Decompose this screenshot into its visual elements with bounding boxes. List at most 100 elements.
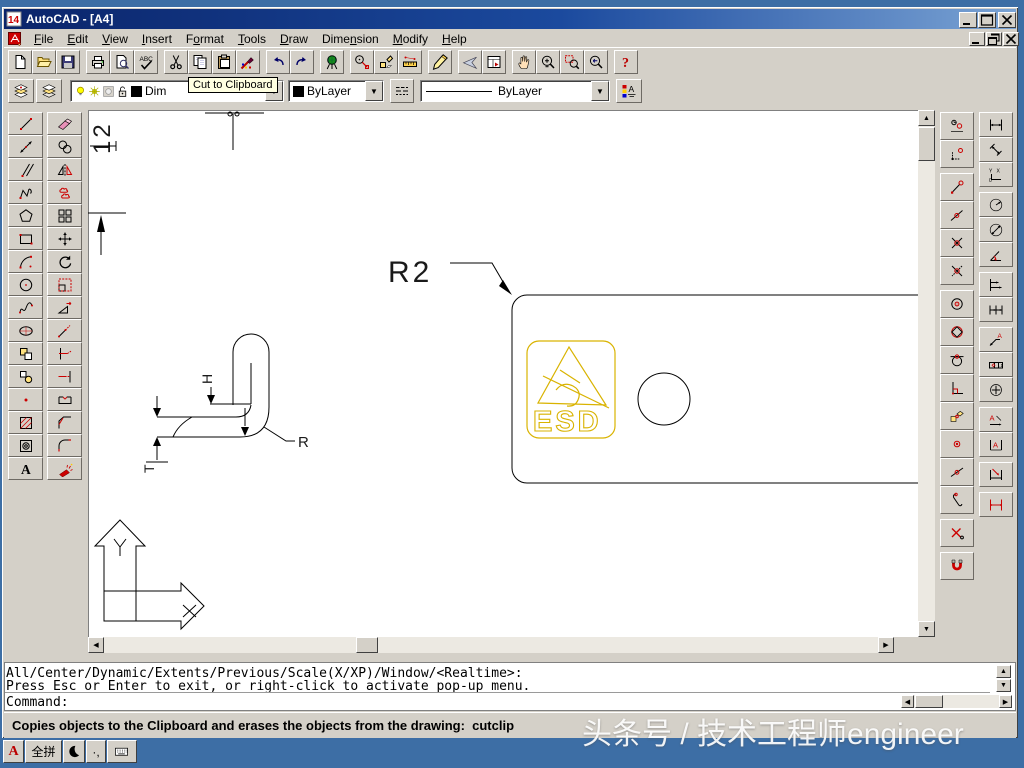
tolerance-button[interactable]: .1 — [979, 352, 1013, 377]
scroll-up-button[interactable]: ▲ — [918, 110, 935, 126]
command-splitter[interactable] — [5, 692, 990, 693]
command-scroll-thumb[interactable] — [915, 695, 943, 708]
command-horizontal-scrollbar[interactable]: ◀ ▶ — [901, 695, 1012, 708]
diameter-dimension-button[interactable] — [979, 217, 1013, 242]
command-prompt[interactable]: Command: — [6, 695, 69, 710]
explode-button[interactable] — [47, 457, 82, 480]
snap-to-insert-button[interactable] — [940, 402, 974, 430]
baseline-dimension-button[interactable] — [979, 272, 1013, 297]
child-close-button[interactable] — [1003, 32, 1019, 46]
snap-to-midpoint-button[interactable] — [940, 201, 974, 229]
construction-line-button[interactable] — [8, 135, 43, 158]
close-button[interactable] — [998, 12, 1016, 28]
spline-button[interactable] — [8, 296, 43, 319]
menu-dimension[interactable]: Dimension — [315, 31, 386, 47]
new-file-button[interactable] — [8, 50, 32, 74]
menu-edit[interactable]: Edit — [60, 31, 95, 47]
object-properties-button[interactable]: A — [616, 79, 642, 103]
open-file-button[interactable] — [32, 50, 56, 74]
ime-language-button[interactable]: A — [3, 740, 24, 763]
ucs-button[interactable] — [374, 50, 398, 74]
aligned-dimension-button[interactable] — [979, 137, 1013, 162]
print-preview-button[interactable] — [110, 50, 134, 74]
match-properties-button[interactable] — [236, 50, 260, 74]
color-combo[interactable]: ByLayer ▼ — [288, 80, 384, 102]
menu-draw[interactable]: Draw — [273, 31, 315, 47]
erase-button[interactable] — [47, 112, 82, 135]
snap-to-intersection-button[interactable] — [940, 229, 974, 257]
print-button[interactable] — [86, 50, 110, 74]
menu-help[interactable]: Help — [435, 31, 474, 47]
snap-to-quadrant-button[interactable] — [940, 318, 974, 346]
region-button[interactable] — [8, 434, 43, 457]
command-scroll-right-button[interactable]: ▶ — [999, 695, 1012, 708]
mirror-button[interactable] — [47, 158, 82, 181]
hatch-button[interactable] — [8, 411, 43, 434]
linetype-button[interactable] — [390, 79, 414, 103]
leader-button[interactable]: A — [979, 327, 1013, 352]
scroll-down-button[interactable]: ▼ — [918, 621, 935, 637]
redo-button[interactable] — [290, 50, 314, 74]
dimension-text-edit-button[interactable]: A — [979, 432, 1013, 457]
child-restore-button[interactable] — [986, 32, 1002, 46]
ellipse-button[interactable] — [8, 319, 43, 342]
make-block-button[interactable] — [8, 365, 43, 388]
save-file-button[interactable] — [56, 50, 80, 74]
trim-button[interactable] — [47, 342, 82, 365]
fillet-button[interactable] — [47, 434, 82, 457]
osnap-settings-button[interactable] — [940, 552, 974, 580]
copy-object-button[interactable] — [47, 135, 82, 158]
horizontal-scroll-thumb[interactable] — [356, 637, 378, 653]
command-scroll-down-button[interactable]: ▼ — [996, 679, 1011, 692]
aerial-view-button[interactable] — [458, 50, 482, 74]
line-button[interactable] — [8, 112, 43, 135]
rotate-button[interactable] — [47, 250, 82, 273]
dimension-update-button[interactable] — [979, 462, 1013, 487]
scroll-right-button[interactable]: ▶ — [878, 637, 894, 653]
ime-input-mode-button[interactable]: 全拼 — [25, 740, 62, 763]
redraw-button[interactable] — [428, 50, 452, 74]
minimize-button[interactable] — [959, 12, 977, 28]
rectangle-button[interactable] — [8, 227, 43, 250]
stretch-button[interactable] — [47, 296, 82, 319]
multiline-text-button[interactable]: A — [8, 457, 43, 480]
menu-file[interactable]: File — [27, 31, 60, 47]
radius-dimension-button[interactable] — [979, 192, 1013, 217]
center-mark-button[interactable] — [979, 377, 1013, 402]
snap-to-node-button[interactable] — [940, 430, 974, 458]
pan-realtime-button[interactable] — [512, 50, 536, 74]
cut-button[interactable] — [164, 50, 188, 74]
scale-button[interactable] — [47, 273, 82, 296]
snap-to-none-button[interactable] — [940, 519, 974, 547]
multiline-button[interactable] — [8, 158, 43, 181]
linetype-combo-dropdown-button[interactable]: ▼ — [591, 81, 609, 101]
snap-to-endpoint-button[interactable] — [940, 173, 974, 201]
command-scroll-up-button[interactable]: ▲ — [996, 665, 1011, 678]
menu-view[interactable]: View — [95, 31, 135, 47]
command-scroll-left-button[interactable]: ◀ — [901, 695, 914, 708]
layers-button[interactable] — [36, 79, 62, 103]
vertical-scroll-thumb[interactable] — [918, 127, 935, 161]
offset-button[interactable] — [47, 181, 82, 204]
snap-to-apparent-intersection-button[interactable] — [940, 257, 974, 285]
ime-softkeyboard-button[interactable] — [107, 740, 137, 763]
circle-button[interactable] — [8, 273, 43, 296]
canvas-vertical-scrollbar[interactable]: ▲ ▼ — [918, 110, 935, 637]
snap-to-nearest-button[interactable] — [940, 458, 974, 486]
spelling-button[interactable]: ABC — [134, 50, 158, 74]
distance-button[interactable] — [398, 50, 422, 74]
arc-button[interactable] — [8, 250, 43, 273]
scroll-left-button[interactable]: ◀ — [88, 637, 104, 653]
named-views-button[interactable] — [482, 50, 506, 74]
maximize-button[interactable] — [978, 12, 996, 28]
object-snap-button[interactable] — [350, 50, 374, 74]
snap-to-quick-button[interactable] — [940, 486, 974, 514]
zoom-window-button[interactable] — [560, 50, 584, 74]
insert-block-button[interactable] — [8, 342, 43, 365]
chamfer-button[interactable] — [47, 411, 82, 434]
menu-format[interactable]: Format — [179, 31, 231, 47]
child-minimize-button[interactable] — [969, 32, 985, 46]
zoom-previous-button[interactable] — [584, 50, 608, 74]
array-button[interactable] — [47, 204, 82, 227]
color-combo-dropdown-button[interactable]: ▼ — [365, 81, 383, 101]
